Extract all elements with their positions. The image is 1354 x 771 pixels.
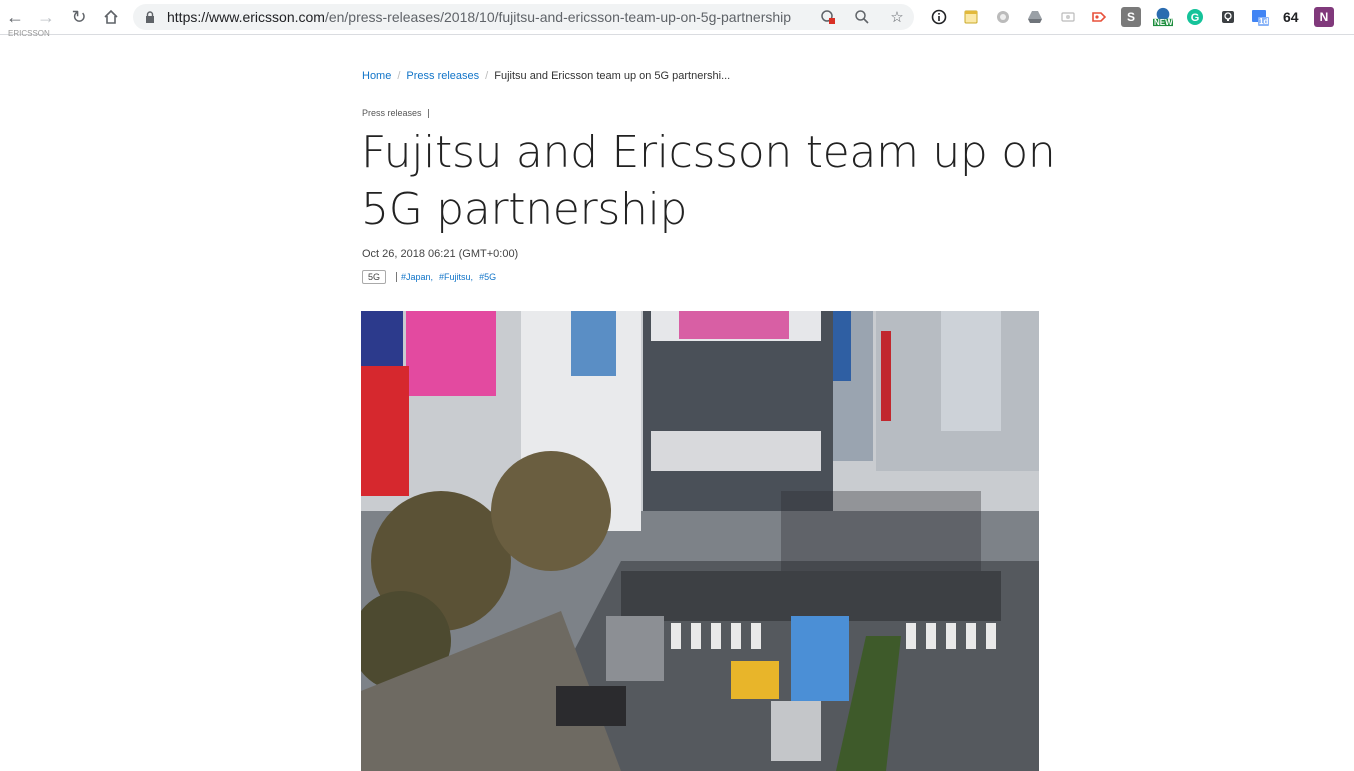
forward-icon[interactable]: → [34,5,58,29]
bulb-extension-icon[interactable] [1218,7,1238,27]
onenote-extension-icon[interactable]: N [1314,7,1334,27]
info-extension-icon[interactable] [929,7,949,27]
category-divider [427,109,429,119]
tag-5g-badge[interactable]: 5G [362,270,387,284]
extension-count[interactable]: 64 [1283,9,1299,25]
lock-icon [146,11,154,23]
grammarly-extension-icon[interactable]: G [1185,7,1205,27]
url-text: https://www.ericsson.com/en/press-releas… [167,9,792,25]
address-bar[interactable]: https://www.ericsson.com/en/press-releas… [133,4,914,30]
back-icon[interactable]: ← [3,5,27,29]
city-crossing-photo [361,311,1039,771]
1d-badge: 1d [1259,17,1269,26]
new-badge: NEW [1154,18,1173,27]
svg-text:G: G [1191,12,1200,24]
tag-row: 5G #Japan, #Fujitsu, #5G [362,270,502,284]
calendar-extension-icon[interactable]: 1d [1250,7,1270,27]
breadcrumb-separator: / [485,70,489,82]
tag-divider [396,272,398,282]
article-category: Press releases [362,108,429,119]
hashtag-fujitsu[interactable]: #Fujitsu, [439,272,473,282]
breadcrumb-press-releases[interactable]: Press releases [406,70,479,82]
s-extension-icon[interactable]: S [1121,7,1141,27]
breadcrumb: Home / Press releases / Fujitsu and Ericsson… [362,70,730,82]
notes-extension-icon[interactable] [961,7,981,27]
hashtag-5g[interactable]: #5G [479,272,496,282]
hashtag-japan[interactable]: #Japan, [401,272,433,282]
zoom-icon[interactable] [853,8,871,26]
breadcrumb-current: Fujitsu and Ericsson team up on 5G partn… [494,70,731,82]
site-header-strip: ERICSSON [0,29,1354,39]
breadcrumb-home[interactable]: Home [362,70,391,82]
browser-toolbar: ← → ↻ https://www.ericsson.com/en/press-… [0,0,1354,35]
globe-new-extension-icon[interactable]: NEW [1153,7,1173,27]
publish-date: Oct 26, 2018 06:21 (GMT+0:00) [362,248,519,260]
site-logo[interactable]: ERICSSON [8,29,50,38]
blocked-icon[interactable] [819,8,837,26]
category-label: Press releases [362,108,422,118]
media-extension-icon[interactable] [1058,7,1078,27]
home-icon[interactable] [99,5,123,29]
cast-extension-icon[interactable] [1089,7,1109,27]
reload-icon[interactable]: ↻ [67,5,91,29]
star-icon[interactable]: ☆ [888,8,906,26]
hero-image [361,311,1039,771]
page-title: Fujitsu and Ericsson team up on 5G partn… [361,127,1056,235]
breadcrumb-separator: / [397,70,401,82]
circle-extension-icon[interactable] [993,7,1013,27]
drive-extension-icon[interactable] [1025,7,1045,27]
